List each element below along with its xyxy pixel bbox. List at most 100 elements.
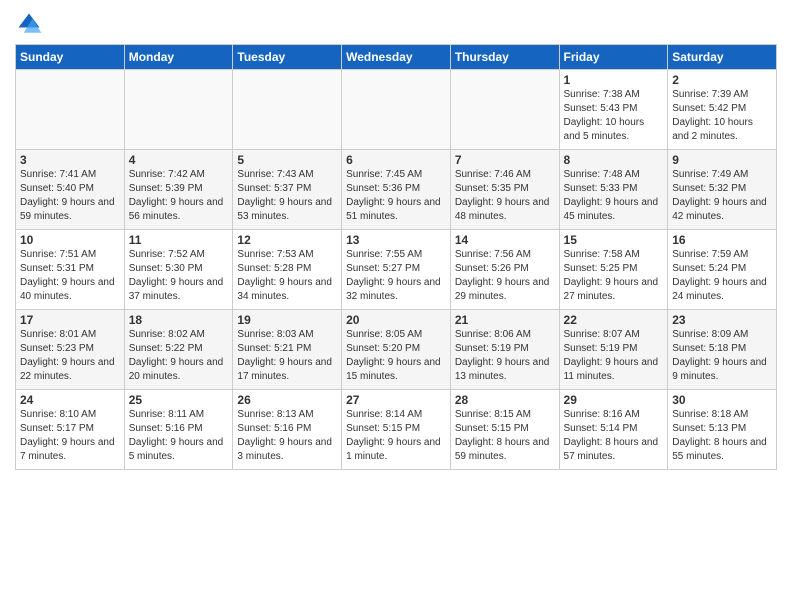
- calendar-day-cell: 30Sunrise: 8:18 AM Sunset: 5:13 PM Dayli…: [668, 390, 777, 470]
- day-number: 20: [346, 313, 446, 327]
- day-number: 11: [129, 233, 229, 247]
- day-number: 8: [564, 153, 664, 167]
- day-number: 6: [346, 153, 446, 167]
- calendar-week-row: 1Sunrise: 7:38 AM Sunset: 5:43 PM Daylig…: [16, 70, 777, 150]
- day-info: Sunrise: 7:51 AM Sunset: 5:31 PM Dayligh…: [20, 248, 120, 304]
- calendar-week-row: 17Sunrise: 8:01 AM Sunset: 5:23 PM Dayli…: [16, 310, 777, 390]
- weekday-header: Thursday: [450, 45, 559, 70]
- day-info: Sunrise: 8:10 AM Sunset: 5:17 PM Dayligh…: [20, 408, 120, 464]
- day-number: 13: [346, 233, 446, 247]
- day-number: 3: [20, 153, 120, 167]
- day-info: Sunrise: 7:52 AM Sunset: 5:30 PM Dayligh…: [129, 248, 229, 304]
- weekday-header: Friday: [559, 45, 668, 70]
- calendar-day-cell: [342, 70, 451, 150]
- calendar-day-cell: 11Sunrise: 7:52 AM Sunset: 5:30 PM Dayli…: [124, 230, 233, 310]
- day-number: 29: [564, 393, 664, 407]
- day-info: Sunrise: 8:15 AM Sunset: 5:15 PM Dayligh…: [455, 408, 555, 464]
- day-info: Sunrise: 8:16 AM Sunset: 5:14 PM Dayligh…: [564, 408, 664, 464]
- calendar-day-cell: 9Sunrise: 7:49 AM Sunset: 5:32 PM Daylig…: [668, 150, 777, 230]
- calendar-day-cell: 8Sunrise: 7:48 AM Sunset: 5:33 PM Daylig…: [559, 150, 668, 230]
- logo: [15, 10, 47, 38]
- day-info: Sunrise: 8:09 AM Sunset: 5:18 PM Dayligh…: [672, 328, 772, 384]
- day-info: Sunrise: 7:53 AM Sunset: 5:28 PM Dayligh…: [237, 248, 337, 304]
- weekday-header: Wednesday: [342, 45, 451, 70]
- calendar-day-cell: 5Sunrise: 7:43 AM Sunset: 5:37 PM Daylig…: [233, 150, 342, 230]
- day-number: 10: [20, 233, 120, 247]
- day-info: Sunrise: 7:49 AM Sunset: 5:32 PM Dayligh…: [672, 168, 772, 224]
- calendar-day-cell: 10Sunrise: 7:51 AM Sunset: 5:31 PM Dayli…: [16, 230, 125, 310]
- day-info: Sunrise: 8:11 AM Sunset: 5:16 PM Dayligh…: [129, 408, 229, 464]
- calendar-day-cell: 22Sunrise: 8:07 AM Sunset: 5:19 PM Dayli…: [559, 310, 668, 390]
- day-info: Sunrise: 7:56 AM Sunset: 5:26 PM Dayligh…: [455, 248, 555, 304]
- day-number: 2: [672, 73, 772, 87]
- calendar-day-cell: 15Sunrise: 7:58 AM Sunset: 5:25 PM Dayli…: [559, 230, 668, 310]
- day-info: Sunrise: 8:18 AM Sunset: 5:13 PM Dayligh…: [672, 408, 772, 464]
- calendar-day-cell: 24Sunrise: 8:10 AM Sunset: 5:17 PM Dayli…: [16, 390, 125, 470]
- day-number: 14: [455, 233, 555, 247]
- calendar-day-cell: [233, 70, 342, 150]
- day-info: Sunrise: 8:13 AM Sunset: 5:16 PM Dayligh…: [237, 408, 337, 464]
- calendar-week-row: 10Sunrise: 7:51 AM Sunset: 5:31 PM Dayli…: [16, 230, 777, 310]
- day-number: 17: [20, 313, 120, 327]
- day-number: 15: [564, 233, 664, 247]
- day-number: 18: [129, 313, 229, 327]
- day-info: Sunrise: 7:41 AM Sunset: 5:40 PM Dayligh…: [20, 168, 120, 224]
- day-info: Sunrise: 7:45 AM Sunset: 5:36 PM Dayligh…: [346, 168, 446, 224]
- day-info: Sunrise: 8:02 AM Sunset: 5:22 PM Dayligh…: [129, 328, 229, 384]
- day-info: Sunrise: 7:46 AM Sunset: 5:35 PM Dayligh…: [455, 168, 555, 224]
- calendar-day-cell: 16Sunrise: 7:59 AM Sunset: 5:24 PM Dayli…: [668, 230, 777, 310]
- day-info: Sunrise: 7:43 AM Sunset: 5:37 PM Dayligh…: [237, 168, 337, 224]
- calendar-day-cell: 13Sunrise: 7:55 AM Sunset: 5:27 PM Dayli…: [342, 230, 451, 310]
- logo-icon: [15, 10, 43, 38]
- calendar-week-row: 24Sunrise: 8:10 AM Sunset: 5:17 PM Dayli…: [16, 390, 777, 470]
- calendar-day-cell: 3Sunrise: 7:41 AM Sunset: 5:40 PM Daylig…: [16, 150, 125, 230]
- weekday-header: Sunday: [16, 45, 125, 70]
- day-number: 1: [564, 73, 664, 87]
- weekday-header: Tuesday: [233, 45, 342, 70]
- calendar-day-cell: 27Sunrise: 8:14 AM Sunset: 5:15 PM Dayli…: [342, 390, 451, 470]
- day-info: Sunrise: 8:14 AM Sunset: 5:15 PM Dayligh…: [346, 408, 446, 464]
- day-number: 28: [455, 393, 555, 407]
- day-info: Sunrise: 8:07 AM Sunset: 5:19 PM Dayligh…: [564, 328, 664, 384]
- day-info: Sunrise: 7:39 AM Sunset: 5:42 PM Dayligh…: [672, 88, 772, 144]
- day-info: Sunrise: 7:58 AM Sunset: 5:25 PM Dayligh…: [564, 248, 664, 304]
- calendar-day-cell: 18Sunrise: 8:02 AM Sunset: 5:22 PM Dayli…: [124, 310, 233, 390]
- day-number: 27: [346, 393, 446, 407]
- calendar-day-cell: 14Sunrise: 7:56 AM Sunset: 5:26 PM Dayli…: [450, 230, 559, 310]
- calendar-day-cell: 17Sunrise: 8:01 AM Sunset: 5:23 PM Dayli…: [16, 310, 125, 390]
- day-info: Sunrise: 8:06 AM Sunset: 5:19 PM Dayligh…: [455, 328, 555, 384]
- day-number: 4: [129, 153, 229, 167]
- calendar-day-cell: 20Sunrise: 8:05 AM Sunset: 5:20 PM Dayli…: [342, 310, 451, 390]
- page-container: SundayMondayTuesdayWednesdayThursdayFrid…: [0, 0, 792, 478]
- weekday-header: Monday: [124, 45, 233, 70]
- day-info: Sunrise: 7:48 AM Sunset: 5:33 PM Dayligh…: [564, 168, 664, 224]
- day-info: Sunrise: 7:42 AM Sunset: 5:39 PM Dayligh…: [129, 168, 229, 224]
- weekday-header: Saturday: [668, 45, 777, 70]
- day-info: Sunrise: 8:03 AM Sunset: 5:21 PM Dayligh…: [237, 328, 337, 384]
- day-number: 7: [455, 153, 555, 167]
- calendar-day-cell: 4Sunrise: 7:42 AM Sunset: 5:39 PM Daylig…: [124, 150, 233, 230]
- calendar-day-cell: 21Sunrise: 8:06 AM Sunset: 5:19 PM Dayli…: [450, 310, 559, 390]
- calendar-day-cell: [450, 70, 559, 150]
- calendar-day-cell: [16, 70, 125, 150]
- day-number: 22: [564, 313, 664, 327]
- day-number: 9: [672, 153, 772, 167]
- day-number: 25: [129, 393, 229, 407]
- day-number: 21: [455, 313, 555, 327]
- day-number: 23: [672, 313, 772, 327]
- calendar-table: SundayMondayTuesdayWednesdayThursdayFrid…: [15, 44, 777, 470]
- day-number: 16: [672, 233, 772, 247]
- calendar-day-cell: 12Sunrise: 7:53 AM Sunset: 5:28 PM Dayli…: [233, 230, 342, 310]
- calendar-day-cell: [124, 70, 233, 150]
- day-number: 12: [237, 233, 337, 247]
- calendar-day-cell: 1Sunrise: 7:38 AM Sunset: 5:43 PM Daylig…: [559, 70, 668, 150]
- day-info: Sunrise: 7:59 AM Sunset: 5:24 PM Dayligh…: [672, 248, 772, 304]
- day-info: Sunrise: 7:55 AM Sunset: 5:27 PM Dayligh…: [346, 248, 446, 304]
- day-number: 26: [237, 393, 337, 407]
- calendar-day-cell: 6Sunrise: 7:45 AM Sunset: 5:36 PM Daylig…: [342, 150, 451, 230]
- calendar-day-cell: 28Sunrise: 8:15 AM Sunset: 5:15 PM Dayli…: [450, 390, 559, 470]
- day-number: 19: [237, 313, 337, 327]
- calendar-day-cell: 26Sunrise: 8:13 AM Sunset: 5:16 PM Dayli…: [233, 390, 342, 470]
- calendar-day-cell: 29Sunrise: 8:16 AM Sunset: 5:14 PM Dayli…: [559, 390, 668, 470]
- day-info: Sunrise: 7:38 AM Sunset: 5:43 PM Dayligh…: [564, 88, 664, 144]
